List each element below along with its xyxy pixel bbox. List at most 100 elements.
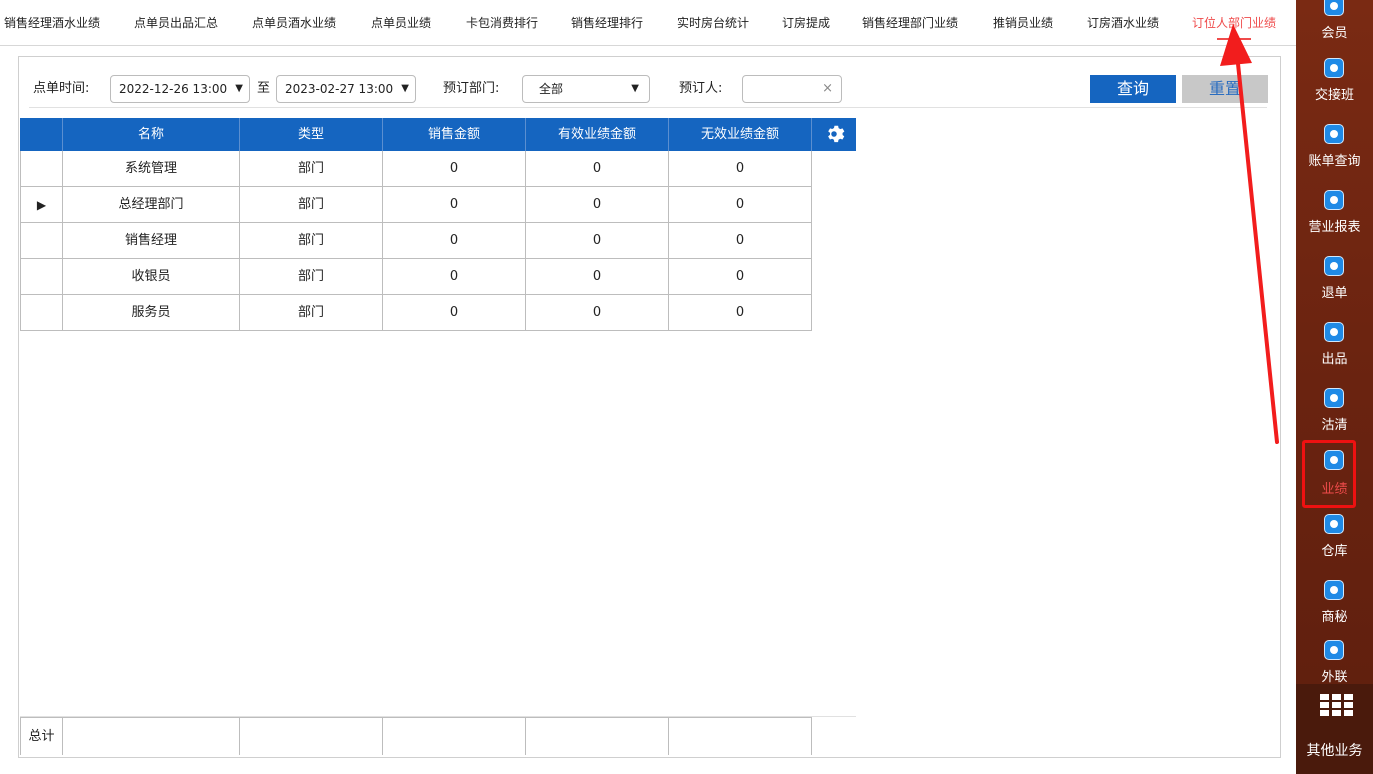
row-marker (20, 151, 63, 187)
nav-label: 退单 (1321, 286, 1348, 301)
nav-warehouse[interactable]: 仓库 (1296, 510, 1373, 576)
cell-name: 服务员 (63, 295, 240, 331)
nav-soldout[interactable]: 沽清 (1296, 380, 1373, 446)
nav-label: 营业报表 (1308, 220, 1361, 235)
cell-valid: 0 (526, 187, 669, 223)
settings-gear-icon[interactable] (823, 123, 845, 145)
tab-booking-drinks[interactable]: 订房酒水业绩 (1087, 0, 1159, 46)
annotation-arrow-icon (1220, 24, 1279, 444)
nav-product[interactable]: 出品 (1296, 314, 1373, 380)
cell-invalid: 0 (669, 151, 812, 187)
warehouse-icon (1324, 514, 1344, 534)
outreach-icon (1324, 640, 1344, 660)
tab-promoter-performance[interactable]: 推销员业绩 (993, 0, 1053, 46)
nav-secretary[interactable]: 商秘 (1296, 576, 1373, 642)
table-row[interactable]: 服务员 部门 0 0 0 (20, 295, 812, 331)
shift-icon (1324, 58, 1344, 78)
nav-shift[interactable]: 交接班 (1296, 50, 1373, 116)
row-marker (20, 295, 63, 331)
cell-name: 系统管理 (63, 151, 240, 187)
highlight-box (1302, 440, 1356, 508)
cell-sales: 0 (383, 223, 526, 259)
header-valid[interactable]: 有效业绩金额 (526, 118, 669, 151)
tab-orderer-drinks[interactable]: 点单员酒水业绩 (252, 0, 336, 46)
report-panel: 点单时间: 2022-12-26 13:00 ▼ 至 2023-02-27 13… (18, 56, 1281, 758)
nav-label: 会员 (1321, 26, 1348, 41)
secretary-icon (1324, 580, 1344, 600)
tab-booking-commission[interactable]: 订房提成 (782, 0, 830, 46)
to-label: 至 (257, 81, 271, 96)
caret-down-icon: ▼ (235, 83, 243, 94)
tab-realtime-room[interactable]: 实时房台统计 (677, 0, 749, 46)
filter-divider (29, 107, 1267, 108)
cell-invalid: 0 (669, 259, 812, 295)
total-invalid-cell (669, 717, 812, 755)
cell-invalid: 0 (669, 223, 812, 259)
cell-name: 总经理部门 (63, 187, 240, 223)
booking-dept-value: 全部 (539, 82, 564, 96)
nav-label: 账单查询 (1308, 154, 1361, 169)
cell-invalid: 0 (669, 187, 812, 223)
total-sales-cell (383, 717, 526, 755)
nav-label: 仓库 (1321, 544, 1348, 559)
member-icon (1324, 0, 1344, 16)
nav-refund[interactable]: 退单 (1296, 248, 1373, 314)
tab-card-consumption-rank[interactable]: 卡包消费排行 (466, 0, 538, 46)
caret-down-icon: ▼ (631, 83, 639, 94)
nav-label: 商秘 (1321, 610, 1348, 625)
row-selected-icon: ▶ (20, 187, 63, 223)
report-tabs-bar: 销售经理酒水业绩 点单员出品汇总 点单员酒水业绩 点单员业绩 卡包消费排行 销售… (0, 0, 1296, 46)
tab-sales-manager-drinks[interactable]: 销售经理酒水业绩 (4, 0, 100, 46)
table-row[interactable]: ▶ 总经理部门 部门 0 0 0 (20, 187, 812, 223)
nav-bill-query[interactable]: 账单查询 (1296, 116, 1373, 182)
product-icon (1324, 322, 1344, 342)
side-navigation: 会员 交接班 账单查询 营业报表 退单 出品 沽清 业绩 仓库 商秘 外联 其他 (1296, 0, 1373, 774)
booker-label: 预订人: (679, 81, 723, 96)
nav-label: 沽清 (1321, 418, 1348, 433)
total-name-cell (63, 717, 240, 755)
total-row: 总计 (20, 716, 856, 755)
nav-outreach[interactable]: 外联 (1296, 636, 1373, 684)
nav-member[interactable]: 会员 (1296, 0, 1373, 52)
table-row[interactable]: 收银员 部门 0 0 0 (20, 259, 812, 295)
cell-sales: 0 (383, 259, 526, 295)
cell-valid: 0 (526, 151, 669, 187)
cell-valid: 0 (526, 223, 669, 259)
tab-orderer-performance[interactable]: 点单员业绩 (371, 0, 431, 46)
start-time-value: 2022-12-26 13:00 (119, 82, 228, 96)
table-header: 名称 类型 销售金额 有效业绩金额 无效业绩金额 (20, 118, 856, 151)
cell-sales: 0 (383, 151, 526, 187)
header-name[interactable]: 名称 (63, 118, 240, 151)
booking-dept-label: 预订部门: (443, 81, 500, 96)
cell-name: 销售经理 (63, 223, 240, 259)
apps-grid-icon[interactable] (1320, 694, 1354, 716)
caret-down-icon: ▼ (401, 83, 409, 94)
header-sales[interactable]: 销售金额 (383, 118, 526, 151)
table-row[interactable]: 系统管理 部门 0 0 0 (20, 151, 812, 187)
nav-business-report[interactable]: 营业报表 (1296, 182, 1373, 248)
booker-input[interactable]: × (742, 75, 842, 103)
cell-type: 部门 (240, 295, 383, 331)
cell-type: 部门 (240, 151, 383, 187)
tab-sales-manager-dept[interactable]: 销售经理部门业绩 (862, 0, 958, 46)
header-marker-col (20, 118, 63, 151)
row-marker (20, 259, 63, 295)
row-marker (20, 223, 63, 259)
start-time-select[interactable]: 2022-12-26 13:00 ▼ (110, 75, 250, 103)
table-row[interactable]: 销售经理 部门 0 0 0 (20, 223, 812, 259)
header-type[interactable]: 类型 (240, 118, 383, 151)
end-time-select[interactable]: 2023-02-27 13:00 ▼ (276, 75, 416, 103)
total-valid-cell (526, 717, 669, 755)
booking-dept-select[interactable]: 全部 ▼ (522, 75, 650, 103)
tab-sales-manager-rank[interactable]: 销售经理排行 (571, 0, 643, 46)
clear-icon[interactable]: × (822, 76, 833, 102)
refund-icon (1324, 256, 1344, 276)
cell-sales: 0 (383, 295, 526, 331)
cell-name: 收银员 (63, 259, 240, 295)
header-invalid[interactable]: 无效业绩金额 (669, 118, 812, 151)
tab-orderer-product-summary[interactable]: 点单员出品汇总 (134, 0, 218, 46)
cell-type: 部门 (240, 259, 383, 295)
order-time-label: 点单时间: (33, 81, 90, 96)
total-type-cell (240, 717, 383, 755)
query-button[interactable]: 查询 (1090, 75, 1176, 103)
